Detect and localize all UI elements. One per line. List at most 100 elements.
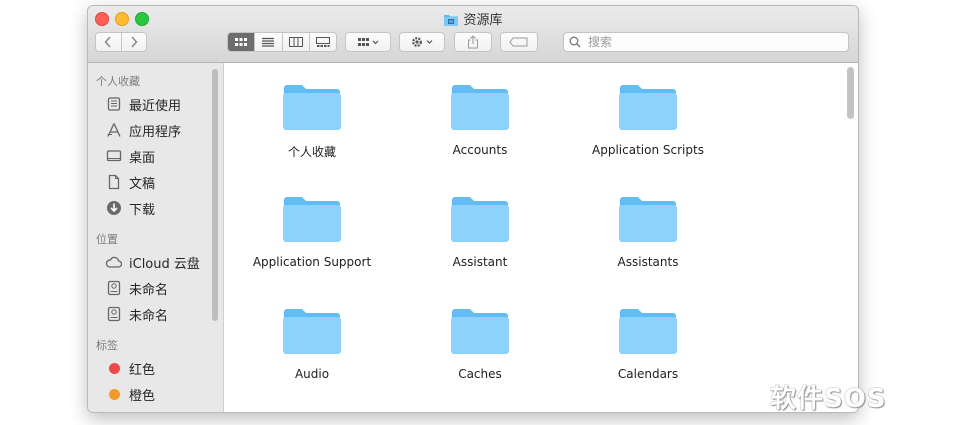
folder-icon (619, 197, 677, 242)
folder-icon (451, 309, 509, 354)
window-title: 资源库 (88, 9, 858, 31)
folder-icon (451, 197, 509, 242)
folder-item[interactable]: Application Scripts (573, 82, 723, 157)
folder-icon (283, 197, 341, 242)
sidebar-item-tag-red[interactable]: 红色 (105, 358, 155, 378)
red-tag-dot-icon (105, 359, 123, 377)
sidebar-heading-tags: 标签 (96, 339, 118, 352)
group-by-button[interactable] (345, 32, 391, 52)
folder-icon (451, 85, 509, 130)
disk-icon (105, 305, 123, 323)
applications-icon (105, 121, 123, 139)
gallery-icon (315, 37, 330, 47)
folder-front (619, 205, 677, 242)
folder-front (283, 317, 341, 354)
sidebar-item-label: 橙色 (129, 388, 156, 404)
action-button[interactable] (399, 32, 445, 52)
sidebar-heading-favorites: 个人收藏 (96, 75, 140, 88)
folder-name: Assistant (452, 255, 508, 269)
folder-icon (619, 309, 677, 354)
content-scrollbar[interactable] (847, 67, 854, 119)
sidebar-item-recents[interactable]: 最近使用 (105, 94, 181, 114)
sidebar-item-label: 未命名 (129, 308, 169, 324)
folder-front (283, 205, 341, 242)
search-field[interactable] (563, 32, 849, 52)
folder-item[interactable]: Assistant (405, 194, 555, 269)
sidebar-item-tag-orange[interactable]: 橙色 (105, 384, 155, 404)
yellow-tag-dot-icon (105, 411, 123, 412)
folder-item[interactable]: Accounts (405, 82, 555, 157)
folder-name: Accounts (452, 143, 508, 157)
chevron-left-icon (104, 36, 111, 48)
search-input[interactable] (586, 34, 830, 50)
downloads-icon (105, 199, 123, 217)
sidebar-item-icloud[interactable]: iCloud 云盘 (105, 252, 200, 272)
share-button[interactable] (454, 32, 492, 52)
orange-tag-dot-icon (105, 385, 123, 403)
column-view-button[interactable] (281, 33, 309, 51)
back-button[interactable] (96, 33, 121, 51)
folder-icon (283, 85, 341, 130)
sidebar-item-label: iCloud 云盘 (129, 256, 200, 272)
sidebar: 个人收藏 最近使用 应用程序 桌面 文稿 下载 位置 iCloud 云盘 未命名… (88, 63, 224, 412)
group-grid-icon (358, 38, 379, 46)
icloud-icon (105, 253, 123, 271)
folder-name: Caches (458, 367, 502, 381)
gear-icon (412, 37, 433, 47)
folder-item[interactable]: Calendars (573, 306, 723, 381)
forward-button[interactable] (120, 33, 147, 51)
sidebar-item-disk-1[interactable]: 未命名 (105, 278, 168, 298)
sidebar-item-label: 应用程序 (129, 124, 182, 140)
folder-name: Assistants (617, 255, 679, 269)
sidebar-item-documents[interactable]: 文稿 (105, 172, 155, 192)
folder-item[interactable]: Application Support (237, 194, 387, 269)
sidebar-item-label: 最近使用 (129, 98, 182, 114)
folder-item[interactable]: Assistants (573, 194, 723, 269)
sidebar-item-label: 未命名 (129, 282, 169, 298)
folder-front (451, 317, 509, 354)
library-folder-icon (443, 13, 459, 31)
folder-item[interactable]: Audio (237, 306, 387, 381)
sidebar-item-desktop[interactable]: 桌面 (105, 146, 155, 166)
search-icon (569, 36, 581, 48)
finder-window: 资源库 搜索 个人收藏 最近使用 应用程序 桌面 文稿 下载 位置 iCloud… (87, 5, 859, 413)
sidebar-item-disk-2[interactable]: 未命名 (105, 304, 168, 324)
folder-name: Application Support (252, 255, 372, 269)
recent-icon (105, 95, 123, 113)
folder-icon (619, 85, 677, 130)
folder-name: 个人收藏 (287, 145, 336, 159)
columns-icon (288, 37, 303, 47)
sidebar-item-downloads[interactable]: 下载 (105, 198, 155, 218)
file-icon-grid: 个人收藏 Accounts Application Scripts Applic… (224, 63, 858, 412)
sidebar-item-tag-yellow[interactable]: 黄色 (105, 410, 155, 412)
share-icon (468, 35, 478, 49)
grid-icon (235, 38, 248, 46)
window-title-text: 资源库 (463, 13, 503, 28)
sidebar-item-label: 黄色 (129, 411, 155, 413)
disk-icon (105, 279, 123, 297)
sidebar-item-label: 红色 (129, 362, 156, 378)
list-view-button[interactable] (254, 33, 281, 51)
sidebar-item-applications[interactable]: 应用程序 (105, 120, 181, 140)
documents-icon (105, 173, 123, 191)
gallery-view-button[interactable] (308, 33, 336, 51)
folder-front (619, 317, 677, 354)
folder-item[interactable]: 个人收藏 (237, 82, 387, 160)
folder-front (451, 93, 509, 130)
sidebar-heading-locations: 位置 (96, 233, 118, 246)
desktop-icon (105, 147, 123, 165)
tag-icon (509, 37, 528, 47)
edit-tags-button[interactable] (500, 32, 538, 52)
icon-view-button[interactable] (228, 33, 255, 51)
folder-name: Audio (294, 367, 330, 381)
sidebar-item-label: 文稿 (129, 176, 156, 192)
sidebar-item-label: 下载 (129, 202, 156, 218)
sidebar-scrollbar[interactable] (212, 69, 218, 321)
watermark: 软件SOS (770, 384, 887, 414)
folder-icon (283, 309, 341, 354)
folder-item[interactable]: Caches (405, 306, 555, 381)
list-icon (262, 37, 275, 47)
title-bar: 资源库 (88, 6, 858, 63)
navigation-buttons (95, 32, 147, 52)
chevron-right-icon (131, 36, 138, 48)
